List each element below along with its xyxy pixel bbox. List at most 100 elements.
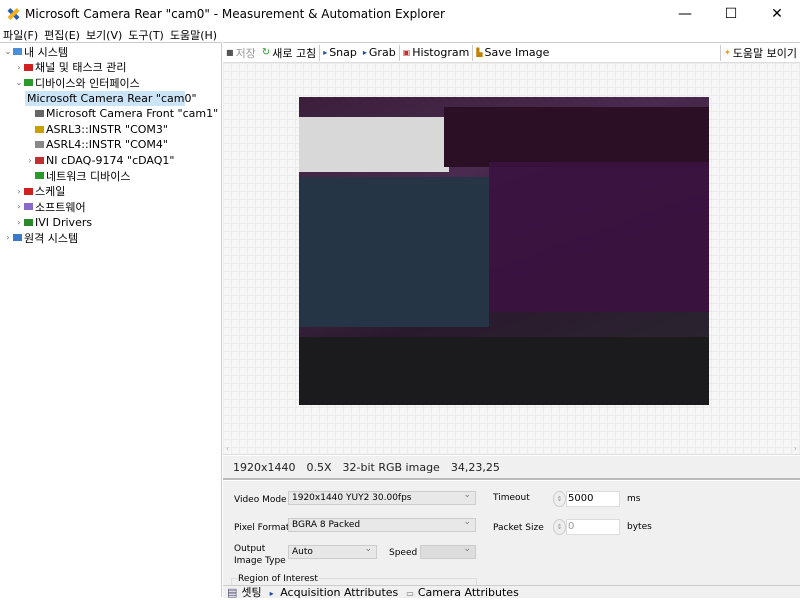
timeout-label: Timeout — [493, 493, 530, 503]
timeout-spinner[interactable]: ⇕ — [553, 491, 566, 507]
save-image-icon: ▙ — [476, 48, 483, 57]
packet-size-field: ⇕ 0 — [553, 519, 620, 535]
tree-item[interactable]: › 원격 시스템 — [0, 230, 221, 246]
tab-camera-label: Camera Attributes — [417, 586, 519, 599]
expand-arrow-icon[interactable]: ⌄ — [14, 78, 24, 87]
histogram-button[interactable]: ▣ Histogram — [400, 46, 473, 59]
tab-settings[interactable]: ▤ 셋팅 — [223, 586, 266, 599]
horizontal-scrollbar[interactable]: ‹ › — [223, 444, 800, 454]
show-help-label: 도움말 보이기 — [732, 46, 797, 60]
tree-item[interactable]: › 스케일 — [0, 184, 221, 200]
tree-item-label: 소프트웨어 — [35, 200, 86, 214]
speed-select[interactable] — [420, 543, 476, 559]
tree-node-icon — [35, 125, 44, 133]
maximize-button[interactable]: ☐ — [708, 0, 754, 28]
expand-arrow-icon[interactable]: › — [3, 233, 13, 242]
timeout-input[interactable]: 5000 — [566, 491, 620, 507]
tree-item[interactable]: › 채널 및 태스크 관리 — [0, 60, 221, 76]
tree-node-icon — [35, 172, 44, 180]
video-mode-label: Video Mode — [234, 495, 287, 505]
expand-arrow-icon[interactable]: ⌄ — [3, 47, 13, 56]
toolbar: ■ 저장 ↻ 새로 고침 ▸ Snap ▸ Grab ▣ Histogram ▙ Save … — [223, 43, 800, 63]
tab-camera-attributes[interactable]: ▭ Camera Attributes — [402, 586, 523, 599]
tree-item[interactable]: Microsoft Camera Rear "cam0" — [25, 90, 197, 106]
refresh-label: 새로 고침 — [272, 46, 317, 60]
grab-button[interactable]: ▸ Grab — [360, 46, 399, 59]
tree-node-icon — [35, 110, 44, 118]
zoom-level: 0.5X — [306, 460, 332, 474]
tree-item-label: ASRL3::INSTR "COM3" — [46, 122, 168, 136]
tree-item-label: 내 시스템 — [24, 45, 68, 59]
menu-bar: 파일(F) 편집(E) 보기(V) 도구(T) 도움말(H) — [0, 27, 220, 42]
expand-arrow-icon[interactable]: › — [14, 187, 24, 196]
save-icon: ■ — [226, 48, 234, 57]
save-image-label: Save Image — [484, 46, 550, 59]
grab-label: Grab — [368, 46, 396, 59]
tree-item[interactable]: ⌄ 디바이스와 인터페이스 — [0, 75, 221, 91]
refresh-icon: ↻ — [261, 47, 271, 58]
menu-help[interactable]: 도움말(H) — [167, 27, 220, 42]
tree-node-icon — [24, 79, 33, 87]
menu-file[interactable]: 파일(F) — [0, 27, 41, 42]
timeout-unit: ms — [627, 494, 641, 504]
image-type: 32-bit RGB image — [342, 460, 440, 474]
tree-item[interactable]: Microsoft Camera Front "cam1" — [0, 106, 221, 122]
tree-node-icon — [24, 203, 33, 211]
tree-item[interactable]: › IVI Drivers — [0, 215, 221, 231]
tab-acquisition-attributes[interactable]: ▸ Acquisition Attributes — [266, 586, 403, 599]
save-image-button[interactable]: ▙ Save Image — [473, 46, 552, 59]
timeout-field: ⇕ 5000 — [553, 491, 620, 507]
grab-icon: ▸ — [362, 48, 367, 57]
app-logo-icon — [5, 6, 21, 22]
save-button[interactable]: ■ 저장 — [223, 45, 259, 61]
tree-item-label: 디바이스와 인터페이스 — [35, 76, 140, 90]
expand-arrow-icon[interactable]: › — [14, 202, 24, 211]
menu-edit[interactable]: 편집(E) — [41, 27, 83, 42]
pixel-format-label: Pixel Format — [234, 523, 290, 533]
settings-panel: Video Mode 1920x1440 YUY2 30.00fps Pixel… — [223, 481, 800, 588]
expand-arrow-icon[interactable]: › — [25, 156, 35, 165]
tree-item-label: NI cDAQ-9174 "cDAQ1" — [46, 153, 175, 167]
output-type-select[interactable]: Auto — [288, 543, 377, 559]
output-type-label-2: Image Type — [234, 556, 286, 566]
resolution: 1920x1440 — [233, 460, 296, 474]
tree-node-icon — [24, 63, 33, 71]
tree-item[interactable]: ASRL3::INSTR "COM3" — [0, 122, 221, 138]
histogram-label: Histogram — [412, 46, 470, 59]
tab-settings-label: 셋팅 — [241, 586, 262, 599]
histogram-icon: ▣ — [402, 48, 411, 57]
main-panel: ■ 저장 ↻ 새로 고침 ▸ Snap ▸ Grab ▣ Histogram ▙ Save … — [223, 42, 800, 599]
packet-size-label: Packet Size — [493, 523, 544, 533]
packet-size-unit: bytes — [627, 522, 652, 532]
packet-size-spinner[interactable]: ⇕ — [553, 519, 566, 535]
window-title: Microsoft Camera Rear "cam0" - Measureme… — [25, 7, 445, 21]
packet-size-input[interactable]: 0 — [566, 519, 620, 535]
tree-node-icon — [35, 156, 44, 164]
expand-arrow-icon[interactable]: › — [14, 63, 24, 72]
tree-item[interactable]: › NI cDAQ-9174 "cDAQ1" — [0, 153, 221, 169]
refresh-button[interactable]: ↻ 새로 고침 — [259, 45, 319, 61]
tree-node-icon — [13, 48, 22, 56]
tree-node-icon — [35, 141, 44, 149]
snap-button[interactable]: ▸ Snap — [320, 46, 360, 59]
tree-item[interactable]: ASRL4::INSTR "COM4" — [0, 137, 221, 153]
tree-item[interactable]: › 소프트웨어 — [0, 199, 221, 215]
show-help-button[interactable]: ✦ 도움말 보이기 — [721, 45, 800, 61]
speed-label: Speed — [389, 548, 418, 558]
tree-item-label: 스케일 — [35, 185, 66, 199]
pixel-format-select[interactable]: BGRA 8 Packed — [288, 516, 476, 532]
tree-node-icon — [13, 234, 22, 242]
tree-item[interactable]: ⌄ 내 시스템 — [0, 44, 221, 60]
help-icon: ✦ — [724, 48, 731, 57]
image-viewer[interactable]: ‹ › — [223, 63, 800, 455]
output-type-label: Output — [234, 544, 266, 554]
expand-arrow-icon[interactable]: › — [14, 218, 24, 227]
minimize-button[interactable]: — — [662, 0, 708, 28]
tree-item-label: Microsoft Camera Rear "cam0" — [27, 91, 197, 105]
configuration-tree: ⌄ 내 시스템 › 채널 및 태스크 관리 ⌄ 디바이스와 인터페이스 Microsoft … — [0, 42, 222, 597]
menu-view[interactable]: 보기(V) — [83, 27, 125, 42]
video-mode-select[interactable]: 1920x1440 YUY2 30.00fps — [288, 489, 476, 505]
tree-item[interactable]: 네트워크 디바이스 — [0, 168, 221, 184]
menu-tools[interactable]: 도구(T) — [125, 27, 167, 42]
close-button[interactable]: ✕ — [754, 0, 800, 28]
